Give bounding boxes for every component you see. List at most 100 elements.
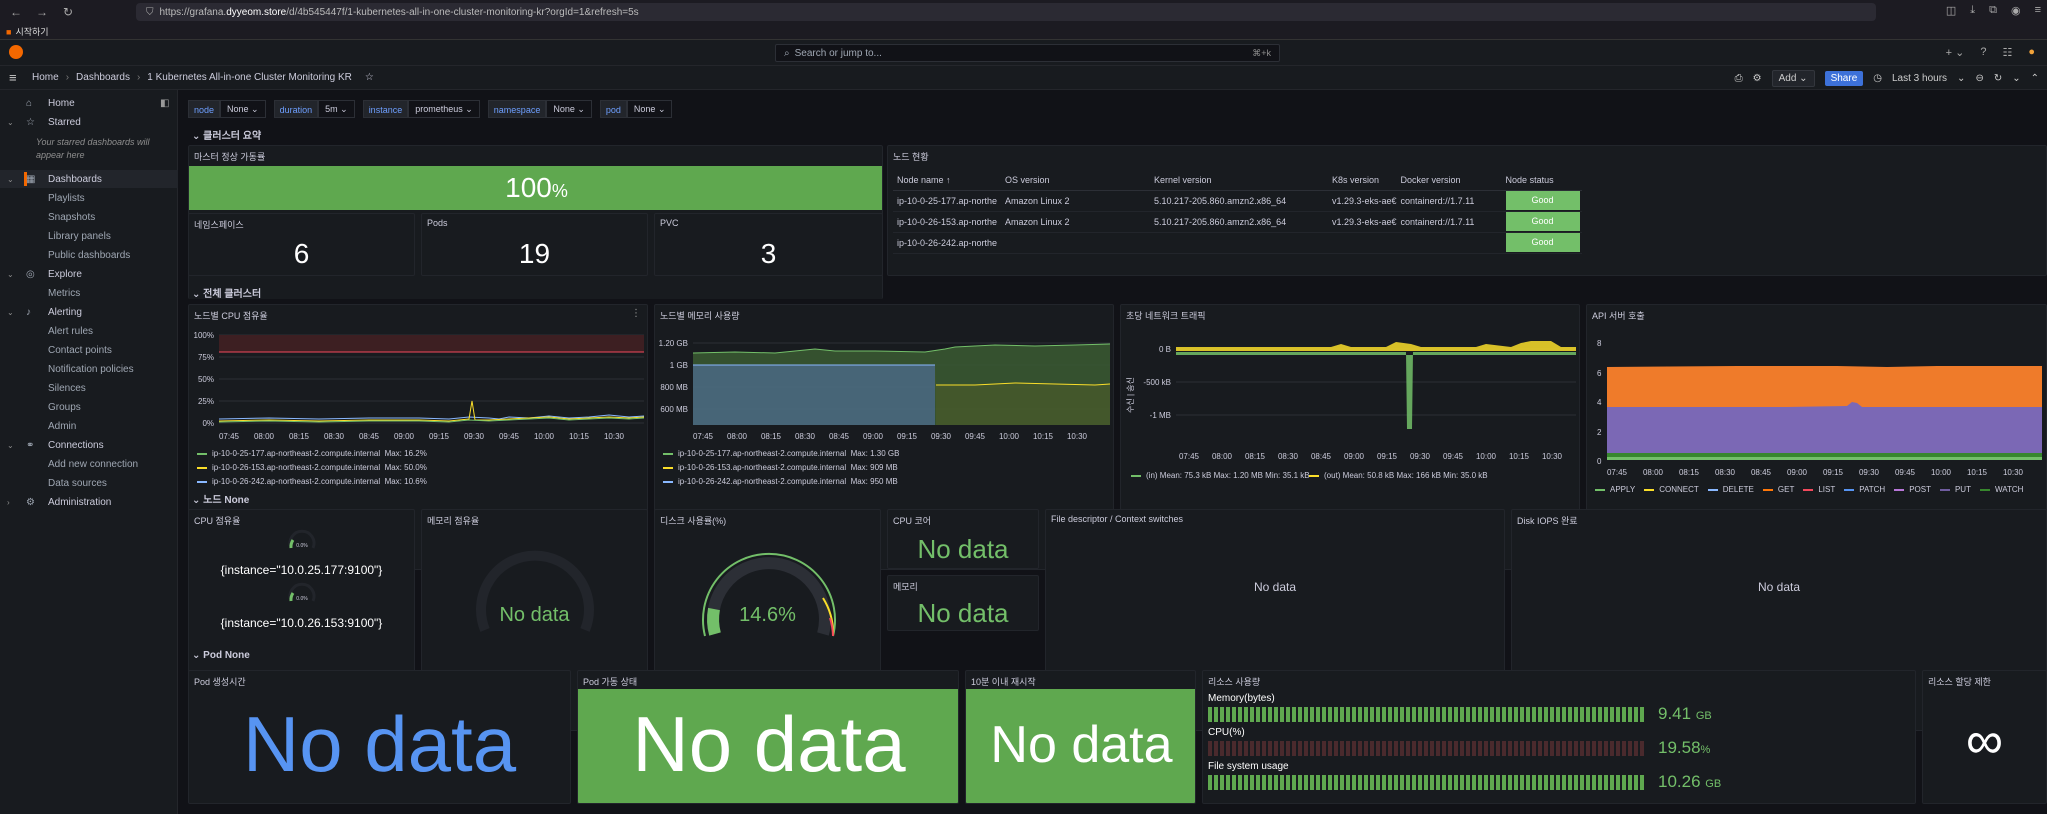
pocket-icon[interactable]: ◫	[1946, 4, 1956, 17]
chevron-down-icon[interactable]: ⌄	[7, 308, 14, 317]
var-value[interactable]: None ⌄	[626, 100, 673, 118]
legend-item[interactable]: ip-10-0-25-177.ap-northeast-2.compute.in…	[663, 449, 899, 458]
new-icon[interactable]: + ⌄	[1946, 46, 1965, 59]
node-table: Node name ↑ OS version Kernel version K8…	[893, 170, 1582, 254]
legend-item[interactable]: ip-10-0-26-242.ap-northeast-2.compute.in…	[197, 477, 427, 486]
sidebar-item-add-new-connection[interactable]: Add new connection	[0, 455, 178, 473]
legend-item[interactable]: LIST	[1803, 485, 1835, 494]
sidebar-item-groups[interactable]: Groups	[0, 398, 178, 416]
save-icon[interactable]: ⎙	[1735, 73, 1743, 84]
sidebar-item-silences[interactable]: Silences	[0, 379, 178, 397]
sidebar-item-starred[interactable]: ⌄ ☆ Starred	[0, 113, 178, 131]
var-value[interactable]: 5m ⌄	[318, 100, 355, 118]
sidebar-item-public-dashboards[interactable]: Public dashboards	[0, 246, 178, 264]
back-icon[interactable]: ←	[6, 5, 26, 19]
col-kernel-version[interactable]: Kernel version	[1150, 170, 1328, 191]
row-node[interactable]: ⌄ 노드 None	[192, 491, 249, 506]
legend-item-out[interactable]: (out) Mean: 50.8 kB Max: 166 kB Min: 35.…	[1309, 471, 1488, 480]
sidebar-item-connections[interactable]: ⌄ ⚭ Connections	[0, 436, 178, 454]
var-duration[interactable]: duration 5m ⌄	[273, 100, 355, 118]
breadcrumb-dashboards[interactable]: Dashboards	[76, 72, 130, 83]
sidebar-item-contact-points[interactable]: Contact points	[0, 341, 178, 359]
col-docker-version[interactable]: Docker version	[1396, 170, 1502, 191]
dock-icon[interactable]: ◧	[160, 98, 169, 109]
legend-item[interactable]: POST	[1894, 485, 1931, 494]
hamburger-icon[interactable]: ≡	[9, 70, 17, 85]
row-pod[interactable]: ⌄ Pod None	[192, 650, 250, 661]
avatar[interactable]: ●	[2028, 46, 2035, 59]
news-icon[interactable]: ☷	[2002, 46, 2012, 59]
grafana-logo-icon[interactable]	[9, 45, 23, 59]
account-icon[interactable]: ◉	[2011, 4, 2021, 17]
breadcrumb-home[interactable]: Home	[32, 72, 59, 83]
chevron-down-icon[interactable]: ⌄	[7, 441, 14, 450]
sidebar-item-metrics[interactable]: Metrics	[0, 284, 178, 302]
zoom-out-icon[interactable]: ⊖	[1975, 73, 1983, 84]
forward-icon[interactable]: →	[32, 5, 52, 19]
extensions-icon[interactable]: ⧉	[1989, 4, 1997, 17]
sidebar-item-notification-policies[interactable]: Notification policies	[0, 360, 178, 378]
sidebar-item-snapshots[interactable]: Snapshots	[0, 208, 178, 226]
reload-icon[interactable]: ↻	[58, 5, 78, 19]
y-tick: 0%	[202, 419, 214, 428]
collapse-icon[interactable]: ⌃	[2031, 73, 2039, 84]
sidebar-item-library-panels[interactable]: Library panels	[0, 227, 178, 245]
uptime-value: 100%	[189, 172, 882, 204]
var-value[interactable]: None ⌄	[546, 100, 592, 118]
chevron-down-icon[interactable]: ⌄	[2012, 73, 2020, 84]
url-bar[interactable]: ⛉ https://grafana. dyyeom.store/d/4b54544…	[136, 3, 1876, 21]
sidebar-item-playlists[interactable]: Playlists	[0, 189, 178, 207]
legend-item[interactable]: APPLY	[1595, 485, 1635, 494]
legend-item[interactable]: PUT	[1939, 485, 1971, 494]
sidebar-item-alert-rules[interactable]: Alert rules	[0, 322, 178, 340]
var-instance[interactable]: instance prometheus ⌄	[362, 100, 480, 118]
legend-item[interactable]: ip-10-0-26-153.ap-northeast-2.compute.in…	[663, 463, 898, 472]
time-range-picker[interactable]: Last 3 hours	[1892, 73, 1947, 84]
settings-icon[interactable]: ⚙	[1753, 73, 1762, 84]
chevron-down-icon[interactable]: ⌄	[7, 118, 14, 127]
col-os-version[interactable]: OS version	[1001, 170, 1150, 191]
table-row: ip-10-0-26-153.ap-northe Amazon Linux 2 …	[893, 211, 1582, 233]
var-value-text: None	[553, 104, 575, 114]
sidebar-item-dashboards[interactable]: ⌄ ▦ Dashboards	[0, 170, 178, 188]
chevron-down-icon[interactable]: ⌄	[7, 270, 14, 279]
var-pod[interactable]: pod None ⌄	[599, 100, 673, 118]
download-icon[interactable]: ⤓	[1970, 4, 1975, 17]
sidebar-item-alerting[interactable]: ⌄ ♪ Alerting	[0, 303, 178, 321]
refresh-icon[interactable]: ↻	[1994, 73, 2002, 84]
col-k8s-version[interactable]: K8s version	[1328, 170, 1397, 191]
chevron-right-icon[interactable]: ›	[7, 498, 10, 507]
legend-item[interactable]: GET	[1762, 485, 1794, 494]
row-all-cluster[interactable]: ⌄ 전체 클러스터	[192, 285, 261, 300]
help-icon[interactable]: ?	[1980, 46, 1986, 59]
share-button[interactable]: Share	[1824, 71, 1864, 86]
legend-item[interactable]: WATCH	[1979, 485, 2023, 494]
legend-item-in[interactable]: (in) Mean: 75.3 kB Max: 1.20 MB Min: 35.…	[1131, 471, 1310, 480]
chevron-down-icon[interactable]: ⌄	[7, 175, 14, 184]
legend-item[interactable]: ip-10-0-26-242.ap-northeast-2.compute.in…	[663, 477, 898, 486]
add-button[interactable]: Add ⌄	[1771, 70, 1815, 87]
sidebar-item-administration[interactable]: › ⚙ Administration	[0, 493, 178, 511]
legend-item[interactable]: CONNECT	[1644, 485, 1699, 494]
var-node[interactable]: node None ⌄	[188, 100, 266, 118]
var-value[interactable]: None ⌄	[220, 100, 266, 118]
bookmark-start[interactable]: 시작하기	[15, 25, 48, 38]
row-cluster-summary[interactable]: ⌄ 클러스터 요약	[192, 127, 261, 142]
sidebar-item-data-sources[interactable]: Data sources	[0, 474, 178, 492]
legend-item[interactable]: ip-10-0-25-177.ap-northeast-2.compute.in…	[197, 449, 427, 458]
search-bar[interactable]: ⌕ Search or jump to... ⌘+k	[775, 44, 1280, 62]
sidebar-item-home[interactable]: ⌂ Home ◧	[0, 94, 178, 112]
var-value[interactable]: prometheus ⌄	[408, 100, 480, 118]
sidebar-item-admin[interactable]: Admin	[0, 417, 178, 435]
menu-icon[interactable]: ≡	[2035, 4, 2041, 17]
col-node-name[interactable]: Node name ↑	[893, 170, 1001, 191]
sidebar-item-explore[interactable]: ⌄ ◎ Explore	[0, 265, 178, 283]
var-namespace[interactable]: namespace None ⌄	[487, 100, 592, 118]
legend-item[interactable]: ip-10-0-26-153.ap-northeast-2.compute.in…	[197, 463, 427, 472]
star-icon[interactable]: ☆	[365, 72, 374, 83]
breadcrumb-current[interactable]: 1 Kubernetes All-in-one Cluster Monitori…	[147, 72, 352, 83]
legend-item[interactable]: PATCH	[1844, 485, 1885, 494]
col-node-status[interactable]: Node status	[1501, 170, 1582, 191]
legend-item[interactable]: DELETE	[1707, 485, 1754, 494]
x-tick: 09:00	[1787, 468, 1808, 477]
